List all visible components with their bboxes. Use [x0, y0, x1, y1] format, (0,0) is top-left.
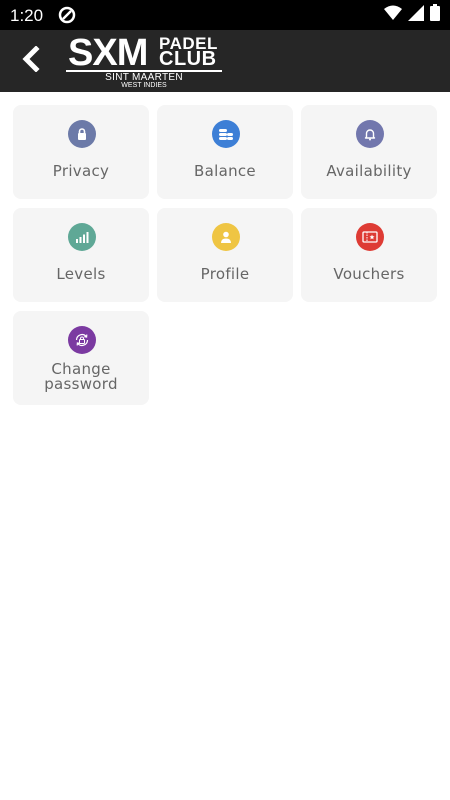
- tile-profile[interactable]: Profile: [157, 208, 293, 302]
- user-icon: [212, 223, 240, 251]
- tile-availability[interactable]: Availability: [301, 105, 437, 199]
- tile-privacy[interactable]: Privacy: [13, 105, 149, 199]
- ticket-icon: [356, 223, 384, 251]
- lock-icon: [68, 120, 96, 148]
- battery-icon: [430, 4, 440, 26]
- club-logo: SXM PADEL CLUB SINT MAARTEN WEST INDIES: [66, 32, 226, 90]
- tile-label: Privacy: [52, 162, 110, 180]
- signal-icon: [408, 4, 424, 26]
- data-saver-icon: [58, 6, 76, 24]
- back-button[interactable]: [14, 44, 48, 78]
- tile-vouchers[interactable]: Vouchers: [301, 208, 437, 302]
- tile-label: Levels: [56, 265, 106, 283]
- chevron-left-icon: [21, 44, 41, 77]
- logo-main-text: SXM: [68, 32, 148, 74]
- status-icons: [384, 4, 440, 26]
- bell-icon: [356, 120, 384, 148]
- app-bar: SXM PADEL CLUB SINT MAARTEN WEST INDIES: [0, 30, 450, 92]
- tile-label: Profile: [200, 265, 250, 283]
- tile-label: Availability: [326, 162, 412, 180]
- coins-icon: [212, 120, 240, 148]
- tile-label: Balance: [194, 162, 256, 180]
- logo-subtagline: WEST INDIES: [121, 82, 167, 89]
- tile-label: Vouchers: [333, 265, 405, 283]
- logo-line2: CLUB: [159, 48, 217, 70]
- wifi-icon: [384, 5, 402, 26]
- signal-bars-icon: [68, 223, 96, 251]
- lock-refresh-icon: [68, 326, 96, 354]
- tile-change-password[interactable]: Change password: [13, 311, 149, 405]
- status-bar: 1:20: [0, 0, 450, 30]
- tile-balance[interactable]: Balance: [157, 105, 293, 199]
- tile-label: Change password: [44, 360, 118, 393]
- status-time: 1:20: [10, 6, 44, 25]
- tile-levels[interactable]: Levels: [13, 208, 149, 302]
